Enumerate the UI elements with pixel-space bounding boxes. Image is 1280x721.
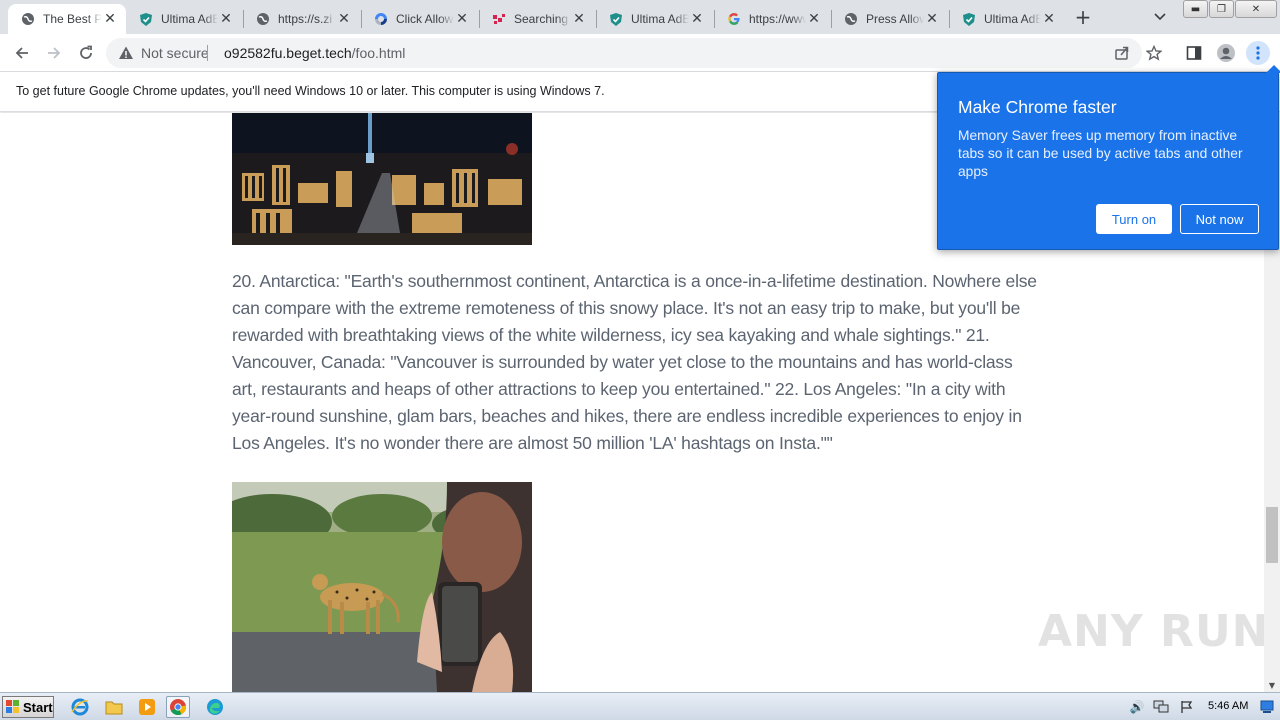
bubble-body: Memory Saver frees up memory from inacti… xyxy=(958,128,1243,179)
tab-ultima-adblock-3[interactable]: Ultima AdBlock ✕ xyxy=(949,4,1065,34)
close-tab-icon[interactable]: ✕ xyxy=(454,11,470,27)
close-tab-icon[interactable]: ✕ xyxy=(102,11,118,27)
volume-icon[interactable]: 🔊 xyxy=(1128,699,1146,715)
turn-on-button[interactable]: Turn on xyxy=(1096,204,1172,234)
scrollbar-thumb[interactable] xyxy=(1266,507,1278,563)
dots-icon xyxy=(491,11,507,27)
tab-label: https://s.zi xyxy=(278,12,333,26)
bubble-title: Make Chrome faster xyxy=(958,97,1117,117)
minimize-button[interactable]: ▬ xyxy=(1183,0,1208,18)
browser-toolbar: Not secure o92582fu.beget.tech/foo.html xyxy=(0,34,1280,72)
url-path: /foo.html xyxy=(351,45,406,61)
media-player-icon[interactable] xyxy=(135,696,159,718)
close-tab-icon[interactable]: ✕ xyxy=(571,11,587,27)
internet-explorer-icon[interactable] xyxy=(68,696,92,718)
tab-press-allow[interactable]: Press Allow ✕ xyxy=(831,4,948,34)
cheetah-safari-photo-image xyxy=(232,482,532,692)
tokyo-night-skyline-image xyxy=(232,113,532,245)
close-tab-icon[interactable]: ✕ xyxy=(218,11,234,27)
window-controls: ▬ ❐ ✕ xyxy=(1182,0,1277,18)
tab-https-www[interactable]: https://www ✕ xyxy=(714,4,830,34)
tab-label: Ultima AdBlock xyxy=(161,12,218,26)
globe-icon xyxy=(843,11,859,27)
url-text[interactable]: o92582fu.beget.tech/foo.html xyxy=(224,45,405,61)
tab-searching[interactable]: Searching for ✕ xyxy=(479,4,595,34)
side-panel-icon[interactable] xyxy=(1182,41,1206,65)
google-icon xyxy=(726,11,742,27)
action-center-flag-icon[interactable] xyxy=(1178,699,1196,715)
tab-label: Ultima AdBlock xyxy=(984,12,1041,26)
anyrun-watermark: ANY RUN xyxy=(1038,606,1270,657)
close-tab-icon[interactable]: ✕ xyxy=(806,11,822,27)
forward-arrow-icon[interactable] xyxy=(42,41,66,65)
memory-saver-promo-bubble: Make Chrome faster Memory Saver frees up… xyxy=(937,65,1280,250)
not-secure-label[interactable]: Not secure xyxy=(141,45,209,61)
windows-taskbar: Start 🔊 5:46 AM xyxy=(0,692,1280,720)
close-tab-icon[interactable]: ✕ xyxy=(924,11,940,27)
tab-ultima-adblock-1[interactable]: Ultima AdBlock ✕ xyxy=(126,4,242,34)
share-icon[interactable] xyxy=(1110,41,1134,65)
start-label: Start xyxy=(23,699,53,715)
menu-kebab-icon[interactable] xyxy=(1246,41,1270,65)
windows-logo-icon xyxy=(6,700,20,714)
shield-icon xyxy=(138,11,154,27)
address-divider xyxy=(207,45,208,61)
tab-label: https://www xyxy=(749,12,806,26)
tab-label: Ultima AdBlock xyxy=(631,12,689,26)
bookmark-star-icon[interactable] xyxy=(1142,41,1166,65)
close-tab-icon[interactable]: ✕ xyxy=(1041,11,1057,27)
address-bar[interactable]: Not secure o92582fu.beget.tech/foo.html xyxy=(106,38,1162,68)
system-clock[interactable]: 5:46 AM xyxy=(1208,700,1248,712)
close-tab-icon[interactable]: ✕ xyxy=(689,11,705,27)
url-host: o92582fu.beget.tech xyxy=(224,45,352,61)
network-icon[interactable] xyxy=(1152,699,1170,715)
bubble-arrow xyxy=(1266,65,1280,73)
show-desktop-button[interactable] xyxy=(1260,697,1274,717)
reload-icon[interactable] xyxy=(74,41,98,65)
shield-icon xyxy=(608,11,624,27)
tab-the-best-places[interactable]: The Best Places ✕ xyxy=(8,4,126,34)
restore-button[interactable]: ❐ xyxy=(1209,0,1234,18)
tab-label: Click Allow xyxy=(396,12,454,26)
profile-avatar-icon[interactable] xyxy=(1214,41,1238,65)
file-explorer-folder-icon[interactable] xyxy=(102,696,126,718)
recaptcha-icon xyxy=(373,11,389,27)
start-button[interactable]: Start xyxy=(2,696,54,718)
shield-icon xyxy=(961,11,977,27)
close-window-button[interactable]: ✕ xyxy=(1235,0,1277,18)
warning-triangle-icon[interactable] xyxy=(118,45,134,61)
infobar-message: To get future Google Chrome updates, you… xyxy=(16,84,605,98)
close-tab-icon[interactable]: ✕ xyxy=(336,11,352,27)
tab-search-chevron-icon[interactable] xyxy=(1150,8,1170,26)
chrome-taskbar-icon[interactable] xyxy=(166,696,190,718)
tab-label: Searching for xyxy=(514,12,571,26)
new-tab-button[interactable]: + xyxy=(1072,5,1094,29)
scroll-down-arrow-icon[interactable]: ▼ xyxy=(1264,678,1280,692)
tab-label: The Best Places xyxy=(43,12,102,26)
tab-strip: The Best Places ✕ Ultima AdBlock ✕ https… xyxy=(0,0,1280,34)
tab-label: Press Allow xyxy=(866,12,924,26)
globe-icon xyxy=(255,11,271,27)
tab-ultima-adblock-2[interactable]: Ultima AdBlock ✕ xyxy=(596,4,713,34)
not-now-button[interactable]: Not now xyxy=(1180,204,1259,234)
article-paragraph: 20. Antarctica: "Earth's southernmost co… xyxy=(232,271,1037,453)
tab-https-s-zi[interactable]: https://s.zi ✕ xyxy=(243,4,360,34)
edge-icon[interactable] xyxy=(203,696,227,718)
tab-click-allow[interactable]: Click Allow ✕ xyxy=(361,4,478,34)
back-arrow-icon[interactable] xyxy=(10,41,34,65)
globe-icon xyxy=(20,11,36,27)
